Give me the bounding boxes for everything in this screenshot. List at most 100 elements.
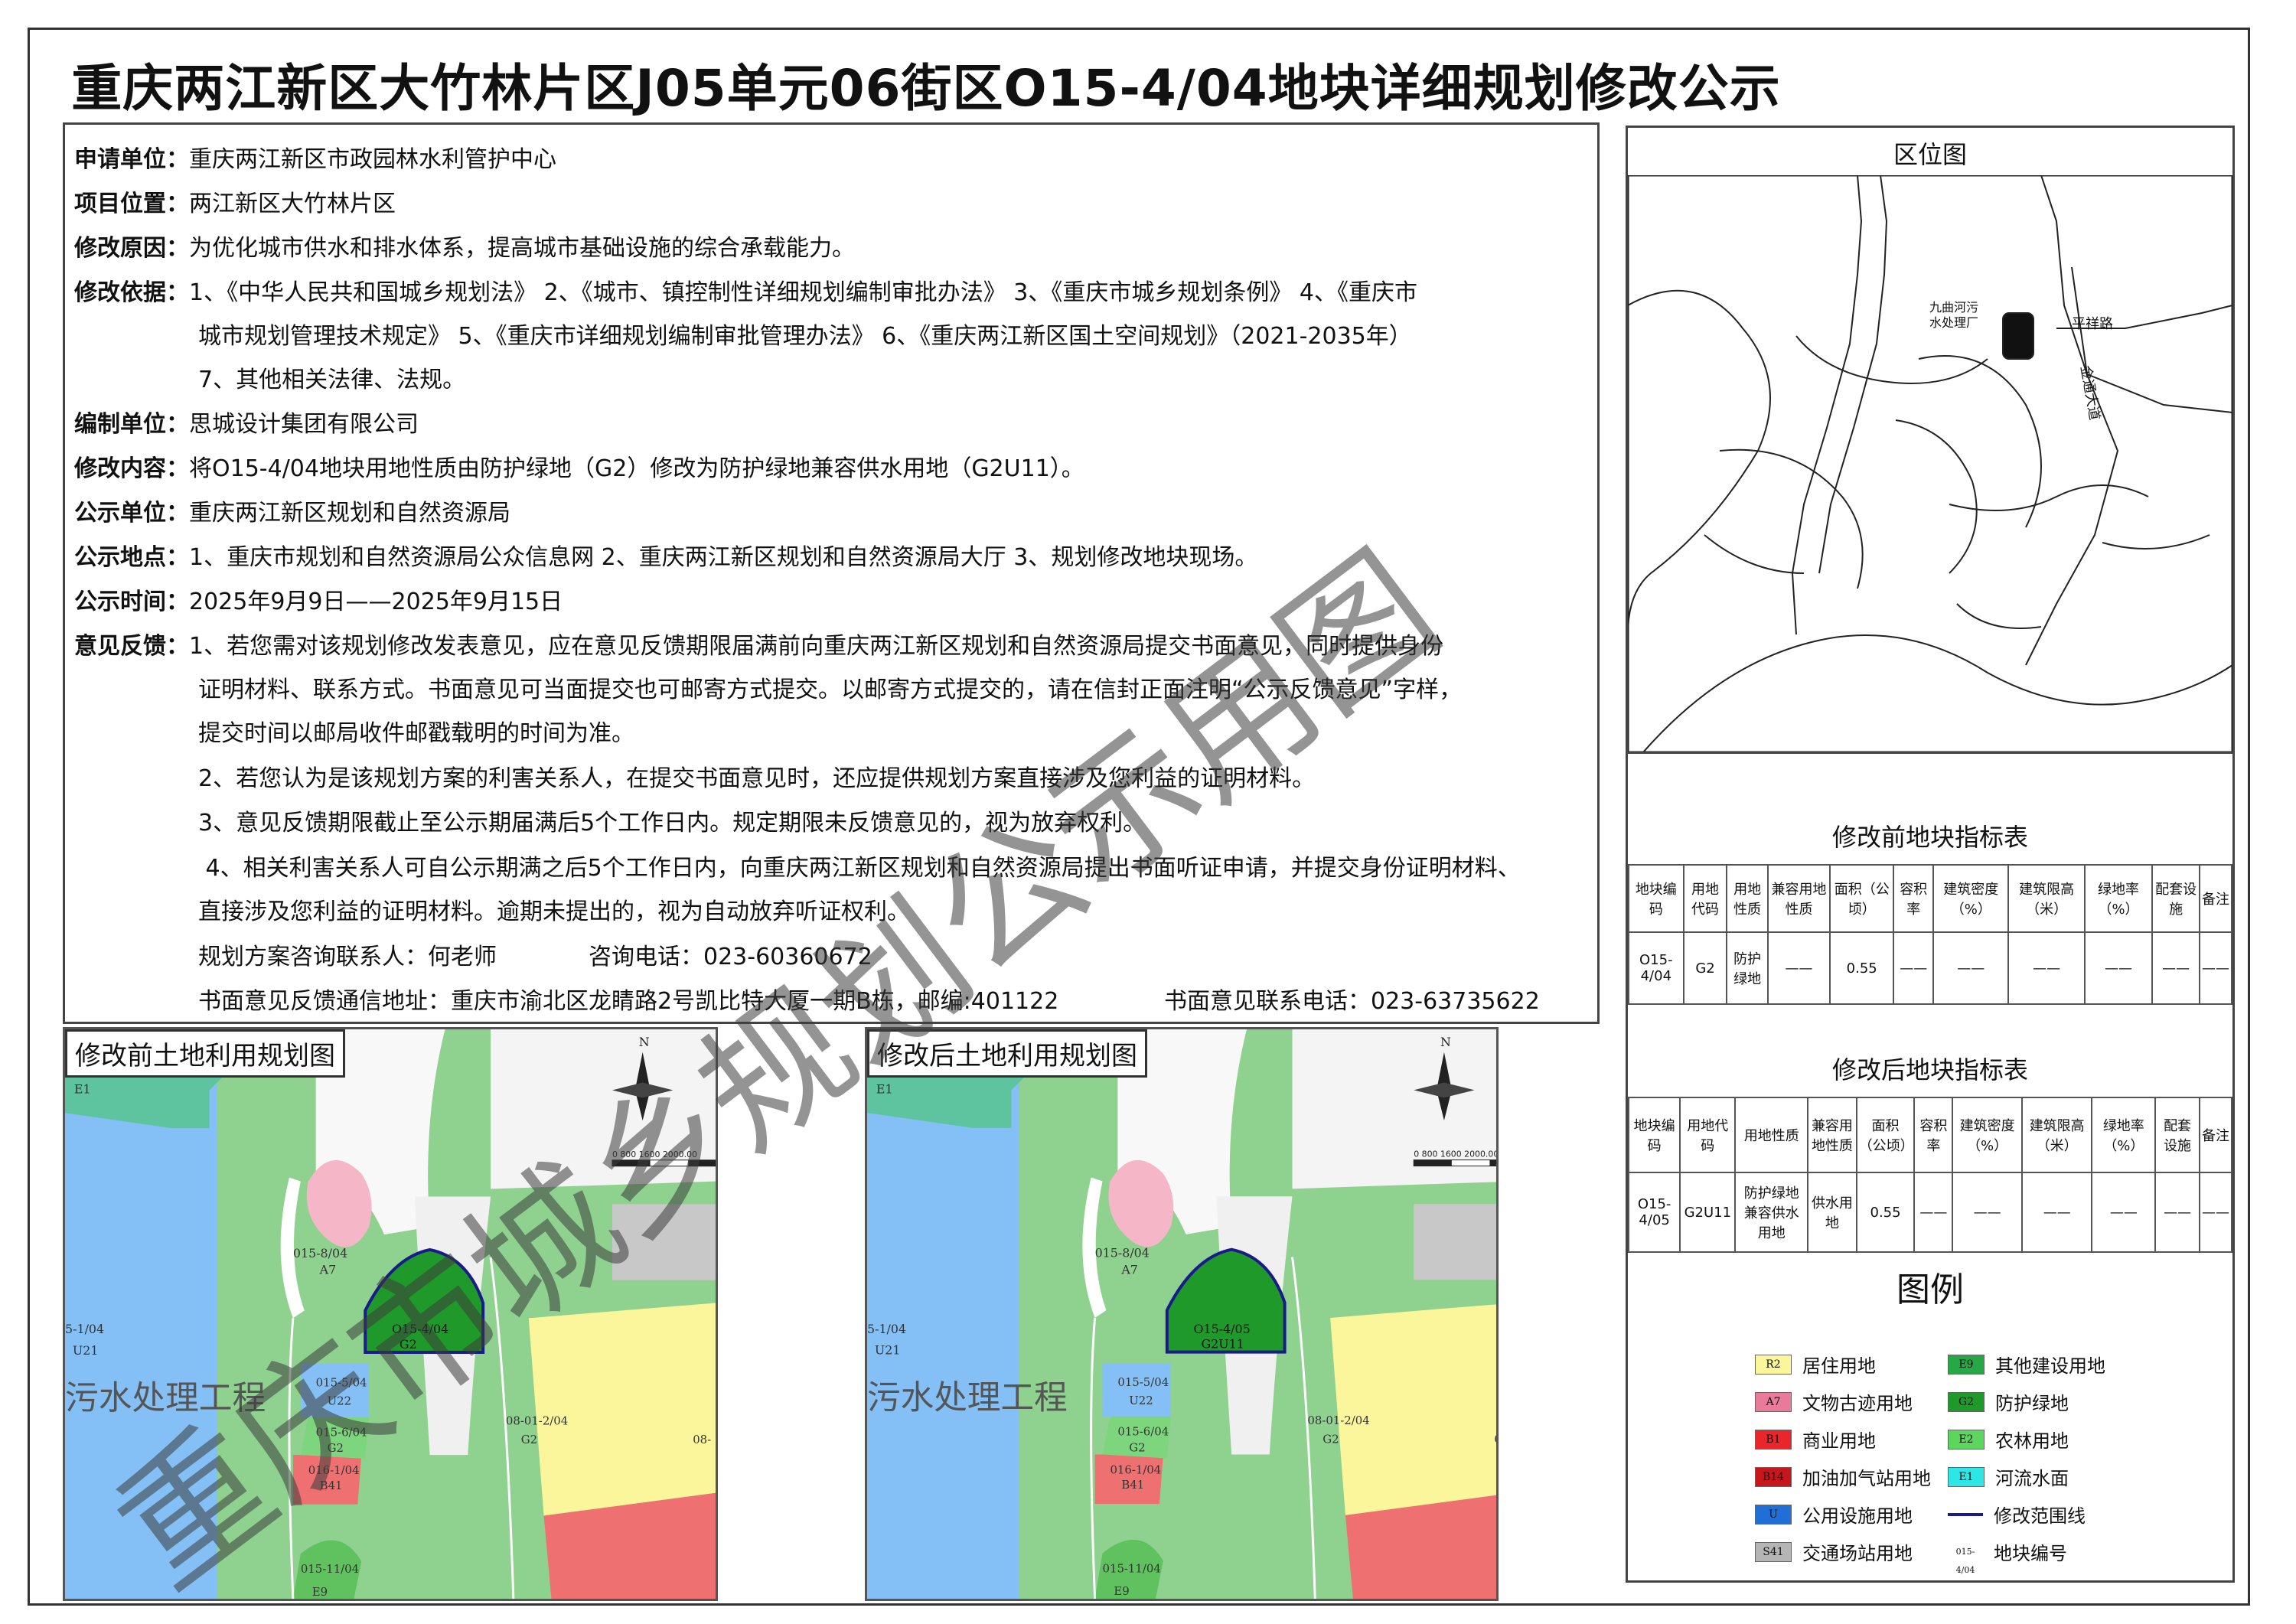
legend-swatch: E2 [1948,1429,1985,1450]
svg-text:N: N [639,1035,650,1049]
label-g2: G2 [328,1441,344,1455]
label-e9: E9 [1114,1584,1129,1598]
legend-item: G2 防护绿地 [1948,1388,2069,1415]
before-map: E1 015-8/04 A7 5-1/04 U21 污水处理工程 O15-4/0… [63,1027,718,1601]
label-e1: E1 [74,1081,91,1096]
svg-text:N: N [1440,1035,1451,1049]
legend-item: U 公用设施用地 [1755,1501,1913,1528]
basis-key: 修改依据： [74,279,189,306]
label-g2b: G2 [521,1433,537,1446]
basis-line3: 7、其他相关法律、法规。 [198,367,466,393]
place-value: 1、重庆市规划和自然资源局公众信息网 2、重庆两江新区规划和自然资源局大厅 3、… [189,544,1258,571]
table-cell: O15-4/05 [1627,1172,1681,1253]
compiler-value: 思城设计集团有限公司 [189,411,419,438]
place-key: 公示地点： [74,544,189,571]
basis-row: 修改依据：1、《中华人民共和国城乡规划法》 2、《城市、镇控制性详细规划编制审批… [74,278,1417,308]
legend-label: 交通场站用地 [1802,1543,1913,1564]
legend-item: 修改范围线 [1948,1501,2086,1528]
label-u21-id: 5-1/04 [65,1322,104,1336]
label-a7: A7 [319,1263,337,1277]
label-e9-id: 015-11/04 [301,1562,359,1576]
table-header-cell: 备注 [2198,1097,2233,1173]
feedback-key: 意见反馈： [74,633,189,660]
scale-bar: 0 800 1600 2000.00 [1413,1150,1496,1167]
legend-swatch: S41 [1755,1541,1792,1562]
label-e1: E1 [876,1081,893,1096]
table-header-cell: 建筑密度（%） [1932,864,2010,933]
legend-swatch: U [1755,1504,1792,1525]
legend-swatch: A7 [1755,1391,1792,1412]
legend-label: 居住用地 [1802,1355,1876,1377]
map-caption: 修改前土地利用规划图 [65,1029,345,1078]
table-cell: 供水用地 [1807,1172,1857,1253]
basis-line1: 1、《中华人民共和国城乡规划法》 2、《城市、镇控制性详细规划编制审批办法》 3… [189,279,1417,306]
legend-label: 修改范围线 [1994,1505,2086,1527]
table-cell: —— [1766,931,1831,1005]
table-cell: —— [1893,931,1935,1005]
label-water-project: 污水处理工程 [65,1378,266,1417]
legend-swatch: G2 [1948,1391,1985,1412]
table-cell: —— [1952,1172,2023,1253]
legend-item: 015-4/04 地块编号 [1948,1538,2067,1575]
label-g2c: 08- [1494,1433,1496,1446]
feedback-line7: 直接涉及您利益的证明材料。逾期未提出的，视为自动放弃听证权利。 [198,898,910,925]
parcel-id: O15-4/05 [1194,1322,1251,1336]
table-header-cell: 面积（公顷） [1855,1097,1916,1173]
transport-area [612,1204,716,1280]
location-map-title: 区位图 [1893,140,1967,169]
feedback-line2: 证明材料、联系方式。书面意见可当面提交也可邮寄方式提交。以邮寄方式提交的，请在信… [198,677,1463,703]
table-cell: —— [2154,1172,2200,1253]
table-header-cell: 用地代码 [1682,864,1728,933]
label-u22: U22 [1129,1394,1153,1407]
page-title: 重庆两江新区大竹林片区J05单元06街区O15-4/04地块详细规划修改公示 [71,59,1781,118]
table-cell: 防护绿地兼容供水用地 [1734,1172,1809,1253]
applicant-value: 重庆两江新区市政园林水利管护中心 [189,146,556,173]
table-cell: —— [2198,1172,2233,1253]
utility-U22 [1102,1363,1171,1417]
label-g2-id: 015-6/04 [316,1425,367,1439]
legend-item: E1 河流水面 [1948,1463,2069,1490]
mail-address: 书面意见反馈通信地址：重庆市渝北区龙睛路2号凯比特大厦一期B栋，邮编:40112… [198,988,1059,1015]
table-cell: —— [2091,1172,2157,1253]
table-header-cell: 绿地率（%） [2083,864,2154,933]
label-e9-id: 015-11/04 [1103,1561,1161,1575]
label-g2b-id: 08-01-2/04 [1307,1414,1369,1427]
table-header-cell: 备注 [2198,864,2233,933]
label-u21: U21 [73,1343,99,1358]
label-a7-id: 015-8/04 [1095,1246,1150,1260]
feedback-row: 意见反馈：1、若您需对该规划修改发表意见，应在意见反馈期限届满前向重庆两江新区规… [74,631,1443,662]
written-phone: 书面意见联系电话：023-63735622 [1164,988,1540,1015]
place-row: 公示地点：1、重庆市规划和自然资源局公众信息网 2、重庆两江新区规划和自然资源局… [74,543,1257,573]
label-b41-id: 016-1/04 [1110,1463,1161,1476]
before-table-data-row: O15-4/04 G2 防护绿地 —— 0.55 —— —— —— —— —— —— [1628,931,2233,1005]
index-legend-panel: 修改前地块指标表 地块编码 用地代码 用地性质 兼容用地性质 面积（公顷） 容积率 建筑密度… [1626,752,2235,1583]
table-header-cell: 容积率 [1893,864,1935,933]
content-row: 修改内容：将O15-4/04地块用地性质由防护绿地（G2）修改为防护绿地兼容供水… [74,454,1084,484]
plant-label-2: 水处理厂 [1929,316,1978,330]
legend-label: 文物古迹用地 [1802,1393,1913,1414]
label-b41: B41 [1121,1478,1144,1492]
label-b41-id: 016-1/04 [308,1463,360,1477]
legend-label: 农林用地 [1995,1430,2069,1452]
table-header-cell: 用地性质 [1734,1097,1809,1173]
table-cell: —— [1932,931,2010,1005]
location-map-panel: 区位图 九曲河污 水处理厂 平祥路 金通大道 [1626,126,2235,752]
table-cell: G2U11 [1679,1172,1737,1253]
residential-R2 [528,1303,716,1516]
after-index-table: 地块编码 用地代码 用地性质 兼容用地性质 面积（公顷） 容积率 建筑密度（%） 建筑限高（米… [1627,1097,2233,1253]
legend-item: B1 商业用地 [1755,1426,1876,1453]
table-cell: —— [2083,931,2154,1005]
compiler-row: 编制单位：思城设计集团有限公司 [74,409,419,440]
compiler-key: 编制单位： [74,411,189,438]
feedback-line5: 3、意见反馈期限截止至公示期届满后5个工作日内。规定期限未反馈意见的，视为放弃权… [198,810,1146,836]
table-cell: —— [2020,1172,2093,1253]
legend-label: 地块编号 [1994,1543,2067,1564]
table-cell: —— [2198,931,2233,1005]
table-cell: —— [2151,931,2200,1005]
table-header-cell: 建筑密度（%） [1952,1097,2023,1173]
location-map-border [1628,175,2232,752]
label-g2c: 08- [693,1433,711,1446]
publisher-row: 公示单位：重庆两江新区规划和自然资源局 [74,498,510,529]
legend-item: B14 加油加气站用地 [1755,1463,1931,1490]
residential-R2 [1330,1304,1496,1515]
